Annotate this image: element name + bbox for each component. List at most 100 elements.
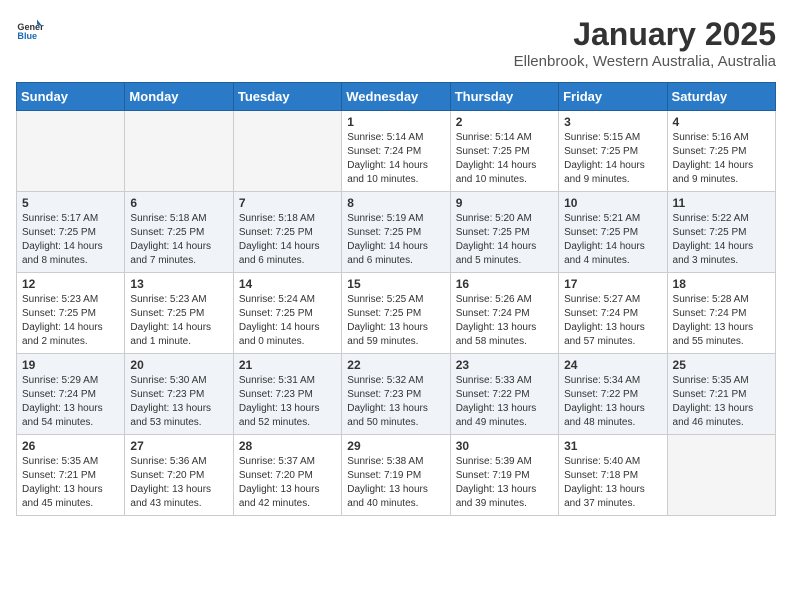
day-number: 18 xyxy=(673,277,770,291)
calendar-table: SundayMondayTuesdayWednesdayThursdayFrid… xyxy=(16,82,776,516)
calendar-day-cell: 3 Sunrise: 5:15 AMSunset: 7:25 PMDaylight… xyxy=(559,111,667,192)
day-number: 2 xyxy=(456,115,553,129)
day-number: 6 xyxy=(130,196,227,210)
day-info: Sunrise: 5:28 AMSunset: 7:24 PMDaylight:… xyxy=(673,293,770,349)
weekday-header-tuesday: Tuesday xyxy=(233,83,341,111)
day-info: Sunrise: 5:30 AMSunset: 7:23 PMDaylight:… xyxy=(130,374,227,430)
day-number: 11 xyxy=(673,196,770,210)
weekday-header-friday: Friday xyxy=(559,83,667,111)
weekday-header-saturday: Saturday xyxy=(667,83,775,111)
day-number: 28 xyxy=(239,439,336,453)
day-info: Sunrise: 5:21 AMSunset: 7:25 PMDaylight:… xyxy=(564,212,661,268)
calendar-day-cell: 10 Sunrise: 5:21 AMSunset: 7:25 PMDayligh… xyxy=(559,192,667,273)
calendar-week-row: 5 Sunrise: 5:17 AMSunset: 7:25 PMDaylight… xyxy=(17,192,776,273)
day-info: Sunrise: 5:35 AMSunset: 7:21 PMDaylight:… xyxy=(22,455,119,511)
calendar-day-cell: 31Sunrise: 5:40 AMSunset: 7:18 PMDayligh… xyxy=(559,435,667,516)
day-number: 14 xyxy=(239,277,336,291)
day-number: 24 xyxy=(564,358,661,372)
calendar-day-cell: 5 Sunrise: 5:17 AMSunset: 7:25 PMDaylight… xyxy=(17,192,125,273)
calendar-day-cell: 19Sunrise: 5:29 AMSunset: 7:24 PMDayligh… xyxy=(17,354,125,435)
day-number: 7 xyxy=(239,196,336,210)
day-number: 10 xyxy=(564,196,661,210)
day-info: Sunrise: 5:25 AMSunset: 7:25 PMDaylight:… xyxy=(347,293,444,349)
day-info: Sunrise: 5:18 AMSunset: 7:25 PMDaylight:… xyxy=(130,212,227,268)
calendar-day-cell: 4 Sunrise: 5:16 AMSunset: 7:25 PMDaylight… xyxy=(667,111,775,192)
day-number: 4 xyxy=(673,115,770,129)
day-number: 5 xyxy=(22,196,119,210)
calendar-day-cell: 21Sunrise: 5:31 AMSunset: 7:23 PMDayligh… xyxy=(233,354,341,435)
day-number: 1 xyxy=(347,115,444,129)
calendar-day-cell: 15 Sunrise: 5:25 AMSunset: 7:25 PMDayligh… xyxy=(342,273,450,354)
logo-icon: General Blue xyxy=(16,16,44,44)
calendar-day-cell: 27 Sunrise: 5:36 AMSunset: 7:20 PMDayligh… xyxy=(125,435,233,516)
day-info: Sunrise: 5:39 AMSunset: 7:19 PMDaylight:… xyxy=(456,455,553,511)
month-title: January 2025 xyxy=(514,16,776,53)
day-info: Sunrise: 5:23 AMSunset: 7:25 PMDaylight:… xyxy=(130,293,227,349)
weekday-header-row: SundayMondayTuesdayWednesdayThursdayFrid… xyxy=(17,83,776,111)
day-number: 23 xyxy=(456,358,553,372)
logo: General Blue xyxy=(16,16,44,44)
day-info: Sunrise: 5:37 AMSunset: 7:20 PMDaylight:… xyxy=(239,455,336,511)
calendar-week-row: 19Sunrise: 5:29 AMSunset: 7:24 PMDayligh… xyxy=(17,354,776,435)
calendar-day-cell: 6 Sunrise: 5:18 AMSunset: 7:25 PMDaylight… xyxy=(125,192,233,273)
weekday-header-sunday: Sunday xyxy=(17,83,125,111)
calendar-day-cell: 7Sunrise: 5:18 AMSunset: 7:25 PMDaylight… xyxy=(233,192,341,273)
day-info: Sunrise: 5:23 AMSunset: 7:25 PMDaylight:… xyxy=(22,293,119,349)
day-info: Sunrise: 5:36 AMSunset: 7:20 PMDaylight:… xyxy=(130,455,227,511)
location-title: Ellenbrook, Western Australia, Australia xyxy=(514,53,776,70)
day-number: 22 xyxy=(347,358,444,372)
calendar-day-cell: 14Sunrise: 5:24 AMSunset: 7:25 PMDayligh… xyxy=(233,273,341,354)
calendar-day-cell: 20 Sunrise: 5:30 AMSunset: 7:23 PMDayligh… xyxy=(125,354,233,435)
calendar-day-cell: 26 Sunrise: 5:35 AMSunset: 7:21 PMDayligh… xyxy=(17,435,125,516)
day-info: Sunrise: 5:35 AMSunset: 7:21 PMDaylight:… xyxy=(673,374,770,430)
day-number: 21 xyxy=(239,358,336,372)
weekday-header-monday: Monday xyxy=(125,83,233,111)
calendar-day-cell: 17 Sunrise: 5:27 AMSunset: 7:24 PMDayligh… xyxy=(559,273,667,354)
calendar-day-cell: 1Sunrise: 5:14 AMSunset: 7:24 PMDaylight… xyxy=(342,111,450,192)
day-number: 27 xyxy=(130,439,227,453)
day-info: Sunrise: 5:15 AMSunset: 7:25 PMDaylight:… xyxy=(564,131,661,187)
day-info: Sunrise: 5:32 AMSunset: 7:23 PMDaylight:… xyxy=(347,374,444,430)
day-number: 9 xyxy=(456,196,553,210)
day-number: 13 xyxy=(130,277,227,291)
day-number: 17 xyxy=(564,277,661,291)
day-number: 20 xyxy=(130,358,227,372)
day-info: Sunrise: 5:26 AMSunset: 7:24 PMDaylight:… xyxy=(456,293,553,349)
weekday-header-wednesday: Wednesday xyxy=(342,83,450,111)
day-number: 29 xyxy=(347,439,444,453)
day-info: Sunrise: 5:20 AMSunset: 7:25 PMDaylight:… xyxy=(456,212,553,268)
calendar-day-cell: 16 Sunrise: 5:26 AMSunset: 7:24 PMDayligh… xyxy=(450,273,558,354)
day-info: Sunrise: 5:14 AMSunset: 7:25 PMDaylight:… xyxy=(456,131,553,187)
calendar-day-cell: 25 Sunrise: 5:35 AMSunset: 7:21 PMDayligh… xyxy=(667,354,775,435)
day-info: Sunrise: 5:22 AMSunset: 7:25 PMDaylight:… xyxy=(673,212,770,268)
calendar-day-cell: 22 Sunrise: 5:32 AMSunset: 7:23 PMDayligh… xyxy=(342,354,450,435)
day-number: 16 xyxy=(456,277,553,291)
day-info: Sunrise: 5:17 AMSunset: 7:25 PMDaylight:… xyxy=(22,212,119,268)
calendar-day-cell xyxy=(667,435,775,516)
calendar-day-cell: 13 Sunrise: 5:23 AMSunset: 7:25 PMDayligh… xyxy=(125,273,233,354)
day-number: 15 xyxy=(347,277,444,291)
day-info: Sunrise: 5:33 AMSunset: 7:22 PMDaylight:… xyxy=(456,374,553,430)
day-info: Sunrise: 5:34 AMSunset: 7:22 PMDaylight:… xyxy=(564,374,661,430)
calendar-day-cell: 2 Sunrise: 5:14 AMSunset: 7:25 PMDaylight… xyxy=(450,111,558,192)
day-info: Sunrise: 5:27 AMSunset: 7:24 PMDaylight:… xyxy=(564,293,661,349)
day-number: 25 xyxy=(673,358,770,372)
day-info: Sunrise: 5:40 AMSunset: 7:18 PMDaylight:… xyxy=(564,455,661,511)
day-number: 26 xyxy=(22,439,119,453)
weekday-header-thursday: Thursday xyxy=(450,83,558,111)
svg-text:Blue: Blue xyxy=(17,31,37,41)
day-number: 8 xyxy=(347,196,444,210)
day-info: Sunrise: 5:16 AMSunset: 7:25 PMDaylight:… xyxy=(673,131,770,187)
calendar-day-cell: 28 Sunrise: 5:37 AMSunset: 7:20 PMDayligh… xyxy=(233,435,341,516)
calendar-day-cell: 29Sunrise: 5:38 AMSunset: 7:19 PMDayligh… xyxy=(342,435,450,516)
calendar-day-cell: 18 Sunrise: 5:28 AMSunset: 7:24 PMDayligh… xyxy=(667,273,775,354)
calendar-day-cell xyxy=(17,111,125,192)
calendar-day-cell: 23 Sunrise: 5:33 AMSunset: 7:22 PMDayligh… xyxy=(450,354,558,435)
day-number: 3 xyxy=(564,115,661,129)
day-number: 12 xyxy=(22,277,119,291)
calendar-day-cell: 9 Sunrise: 5:20 AMSunset: 7:25 PMDaylight… xyxy=(450,192,558,273)
day-info: Sunrise: 5:29 AMSunset: 7:24 PMDaylight:… xyxy=(22,374,119,430)
calendar-week-row: 12 Sunrise: 5:23 AMSunset: 7:25 PMDayligh… xyxy=(17,273,776,354)
calendar-day-cell: 12 Sunrise: 5:23 AMSunset: 7:25 PMDayligh… xyxy=(17,273,125,354)
title-area: January 2025 Ellenbrook, Western Austral… xyxy=(514,16,776,70)
